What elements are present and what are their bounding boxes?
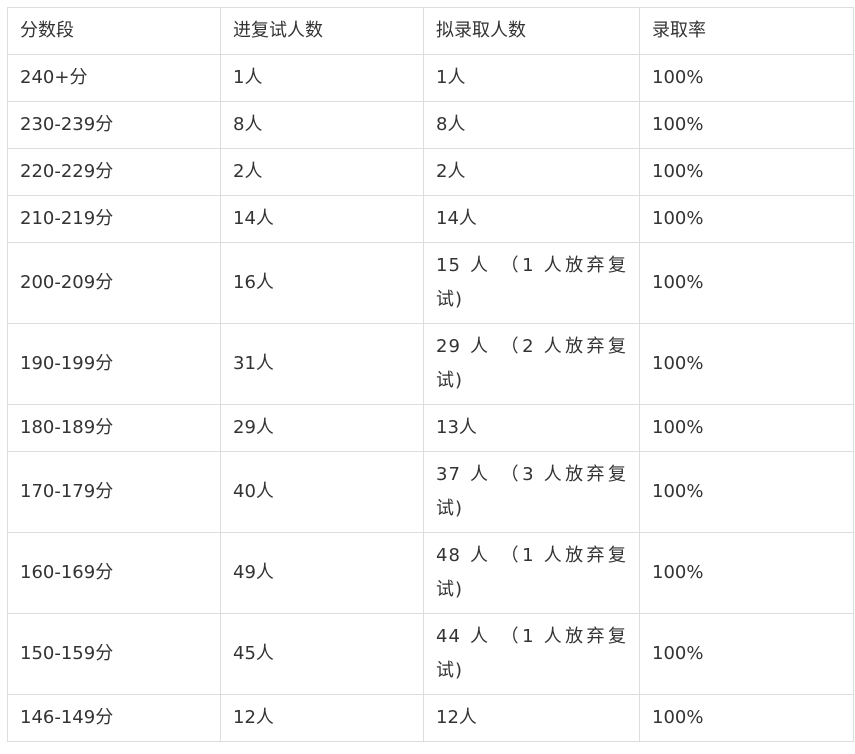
retest-count-cell: 29人: [220, 404, 424, 452]
score-range-cell: 240+分: [7, 54, 221, 102]
retest-count-cell: 45人: [220, 613, 424, 695]
admit-count-cell: 1人: [423, 54, 640, 102]
header-admit-rate: 录取率: [639, 7, 854, 55]
admit-count-cell: 44 人 （1 人放弃复试): [423, 613, 640, 695]
score-range-cell: 150-159分: [7, 613, 221, 695]
header-retest-count: 进复试人数: [220, 7, 424, 55]
score-range-cell: 210-219分: [7, 195, 221, 243]
admit-count-cell: 12人: [423, 694, 640, 742]
admit-rate-cell: 100%: [639, 451, 854, 533]
score-range-cell: 230-239分: [7, 101, 221, 149]
admit-count-cell: 2人: [423, 148, 640, 196]
table-row: 160-169分 49人 48 人 （1 人放弃复试) 100%: [7, 532, 854, 614]
score-range-cell: 190-199分: [7, 323, 221, 405]
admit-rate-cell: 100%: [639, 101, 854, 149]
admit-count-cell: 29 人 （2 人放弃复试): [423, 323, 640, 405]
admit-rate-cell: 100%: [639, 195, 854, 243]
admit-count-cell: 37 人 （3 人放弃复试): [423, 451, 640, 533]
table-row: 230-239分 8人 8人 100%: [7, 101, 854, 149]
table-row: 200-209分 16人 15 人 （1 人放弃复试) 100%: [7, 242, 854, 324]
table-row: 190-199分 31人 29 人 （2 人放弃复试) 100%: [7, 323, 854, 405]
score-range-cell: 160-169分: [7, 532, 221, 614]
retest-count-cell: 31人: [220, 323, 424, 405]
admit-rate-cell: 100%: [639, 148, 854, 196]
admit-rate-cell: 100%: [639, 532, 854, 614]
admit-rate-cell: 100%: [639, 613, 854, 695]
header-admit-count: 拟录取人数: [423, 7, 640, 55]
admission-statistics-table: 分数段 进复试人数 拟录取人数 录取率 240+分 1人 1人 100% 230…: [7, 7, 854, 742]
score-range-cell: 200-209分: [7, 242, 221, 324]
admit-count-cell: 48 人 （1 人放弃复试): [423, 532, 640, 614]
retest-count-cell: 16人: [220, 242, 424, 324]
admit-count-cell: 15 人 （1 人放弃复试): [423, 242, 640, 324]
table-row: 146-149分 12人 12人 100%: [7, 694, 854, 742]
score-range-cell: 170-179分: [7, 451, 221, 533]
table-row: 210-219分 14人 14人 100%: [7, 195, 854, 243]
header-score-range: 分数段: [7, 7, 221, 55]
admit-rate-cell: 100%: [639, 54, 854, 102]
retest-count-cell: 1人: [220, 54, 424, 102]
table-row: 150-159分 45人 44 人 （1 人放弃复试) 100%: [7, 613, 854, 695]
table-row: 170-179分 40人 37 人 （3 人放弃复试) 100%: [7, 451, 854, 533]
score-range-cell: 146-149分: [7, 694, 221, 742]
admit-rate-cell: 100%: [639, 694, 854, 742]
admit-rate-cell: 100%: [639, 404, 854, 452]
admit-count-cell: 14人: [423, 195, 640, 243]
table-header-row: 分数段 进复试人数 拟录取人数 录取率: [7, 7, 854, 55]
admit-count-cell: 8人: [423, 101, 640, 149]
score-range-cell: 180-189分: [7, 404, 221, 452]
admit-count-cell: 13人: [423, 404, 640, 452]
retest-count-cell: 12人: [220, 694, 424, 742]
admit-rate-cell: 100%: [639, 323, 854, 405]
retest-count-cell: 49人: [220, 532, 424, 614]
score-range-cell: 220-229分: [7, 148, 221, 196]
table-row: 180-189分 29人 13人 100%: [7, 404, 854, 452]
retest-count-cell: 2人: [220, 148, 424, 196]
admit-rate-cell: 100%: [639, 242, 854, 324]
retest-count-cell: 14人: [220, 195, 424, 243]
table-row: 240+分 1人 1人 100%: [7, 54, 854, 102]
retest-count-cell: 8人: [220, 101, 424, 149]
table-row: 220-229分 2人 2人 100%: [7, 148, 854, 196]
retest-count-cell: 40人: [220, 451, 424, 533]
